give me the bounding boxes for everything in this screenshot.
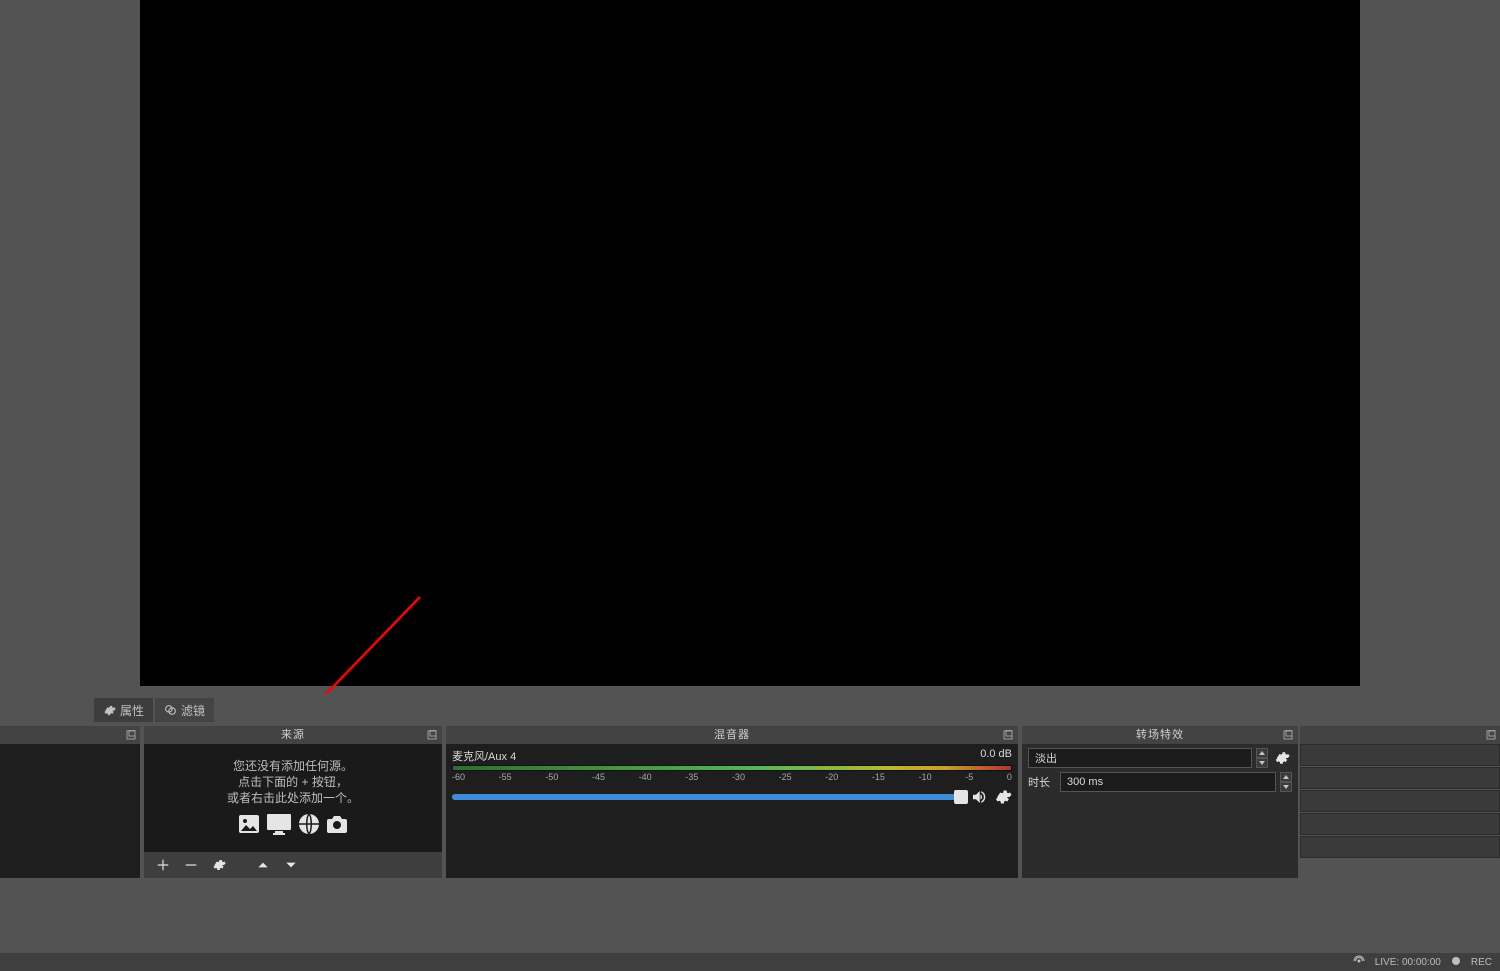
- add-source-button[interactable]: [154, 856, 172, 874]
- mute-button[interactable]: [970, 788, 988, 806]
- move-up-button[interactable]: [254, 856, 272, 874]
- popout-icon[interactable]: [426, 728, 438, 740]
- duration-label: 时长: [1028, 774, 1056, 790]
- popout-icon[interactable]: [1282, 728, 1294, 740]
- scenes-header[interactable]: [0, 726, 140, 744]
- transitions-title: 转场特效: [1136, 729, 1184, 741]
- mixer-body: 麦克风/Aux 4 0.0 dB -60 -55 -50 -45 -40 -35…: [446, 744, 1018, 878]
- globe-icon: [296, 812, 322, 836]
- transition-settings-button[interactable]: [1272, 748, 1292, 768]
- mixer-meter: [452, 765, 1012, 771]
- controls-dock: [1300, 726, 1500, 878]
- transition-selected: 淡出: [1035, 750, 1057, 766]
- control-button-1[interactable]: [1300, 744, 1500, 766]
- source-type-icons: [236, 812, 350, 836]
- sources-body[interactable]: 您还没有添加任何源。 点击下面的 + 按钮， 或者右击此处添加一个。: [144, 744, 442, 878]
- transitions-body: 淡出 时长 300 ms: [1022, 744, 1298, 878]
- monitor-icon: [264, 812, 294, 836]
- mixer-volume-slider[interactable]: [452, 794, 964, 800]
- source-settings-button[interactable]: [210, 856, 228, 874]
- sources-header[interactable]: 来源: [144, 726, 442, 744]
- mixer-dock: 混音器 麦克风/Aux 4 0.0 dB -60 -55 -50 -45 -40…: [446, 726, 1018, 878]
- image-icon: [236, 812, 262, 836]
- scenes-dock: [0, 726, 140, 878]
- record-icon: [1451, 956, 1461, 969]
- remove-source-button[interactable]: [182, 856, 200, 874]
- control-button-4[interactable]: [1300, 813, 1500, 835]
- mixer-title: 混音器: [714, 729, 750, 741]
- status-rec: REC: [1471, 957, 1492, 968]
- chevron-up-icon[interactable]: [1280, 772, 1292, 782]
- sources-empty-line3: 或者右击此处添加一个。: [227, 790, 359, 806]
- move-down-button[interactable]: [282, 856, 300, 874]
- mixer-channel-name: 麦克风/Aux 4: [452, 748, 516, 764]
- status-bar: LIVE: 00:00:00 REC: [0, 953, 1500, 971]
- transition-select[interactable]: 淡出: [1028, 748, 1252, 768]
- transitions-dock: 转场特效 淡出 时长 300 ms: [1022, 726, 1298, 878]
- broadcast-icon: [1353, 955, 1365, 970]
- properties-label: 属性: [120, 702, 144, 719]
- mixer-level-db: 0.0 dB: [980, 748, 1012, 764]
- mixer-ticks: -60 -55 -50 -45 -40 -35 -30 -25 -20 -15 …: [452, 772, 1012, 782]
- camera-icon: [324, 812, 350, 836]
- duration-value: 300 ms: [1067, 776, 1103, 788]
- controls-header[interactable]: [1300, 726, 1500, 744]
- sources-dock: 来源 您还没有添加任何源。 点击下面的 + 按钮， 或者右击此处添加一个。: [144, 726, 442, 878]
- popout-icon[interactable]: [124, 728, 136, 740]
- transition-stepper[interactable]: [1256, 748, 1268, 768]
- transitions-header[interactable]: 转场特效: [1022, 726, 1298, 744]
- chevron-down-icon[interactable]: [1256, 758, 1268, 768]
- control-button-5[interactable]: [1300, 836, 1500, 858]
- filters-button[interactable]: 滤镜: [155, 698, 214, 722]
- preview-area: [0, 0, 1500, 694]
- sources-title: 来源: [281, 729, 305, 741]
- duration-input[interactable]: 300 ms: [1060, 772, 1276, 792]
- preview-canvas[interactable]: [140, 0, 1360, 686]
- properties-button[interactable]: 属性: [94, 698, 153, 722]
- filters-icon: [164, 704, 177, 717]
- chevron-down-icon[interactable]: [1280, 782, 1292, 792]
- context-toolbar: 属性 滤镜: [0, 694, 1500, 726]
- scenes-body[interactable]: [0, 744, 140, 878]
- gear-icon: [103, 704, 116, 717]
- sources-toolbar: [144, 852, 442, 878]
- mixer-settings-button[interactable]: [994, 788, 1012, 806]
- sources-empty-line2: 点击下面的 + 按钮，: [238, 774, 348, 790]
- control-button-2[interactable]: [1300, 767, 1500, 789]
- sources-empty-line1: 您还没有添加任何源。: [233, 758, 353, 774]
- mixer-header[interactable]: 混音器: [446, 726, 1018, 744]
- popout-icon[interactable]: [1484, 728, 1496, 740]
- duration-stepper[interactable]: [1280, 772, 1292, 792]
- control-button-3[interactable]: [1300, 790, 1500, 812]
- popout-icon[interactable]: [1002, 728, 1014, 740]
- status-live: LIVE: 00:00:00: [1375, 957, 1441, 968]
- filters-label: 滤镜: [181, 702, 205, 719]
- chevron-up-icon[interactable]: [1256, 748, 1268, 758]
